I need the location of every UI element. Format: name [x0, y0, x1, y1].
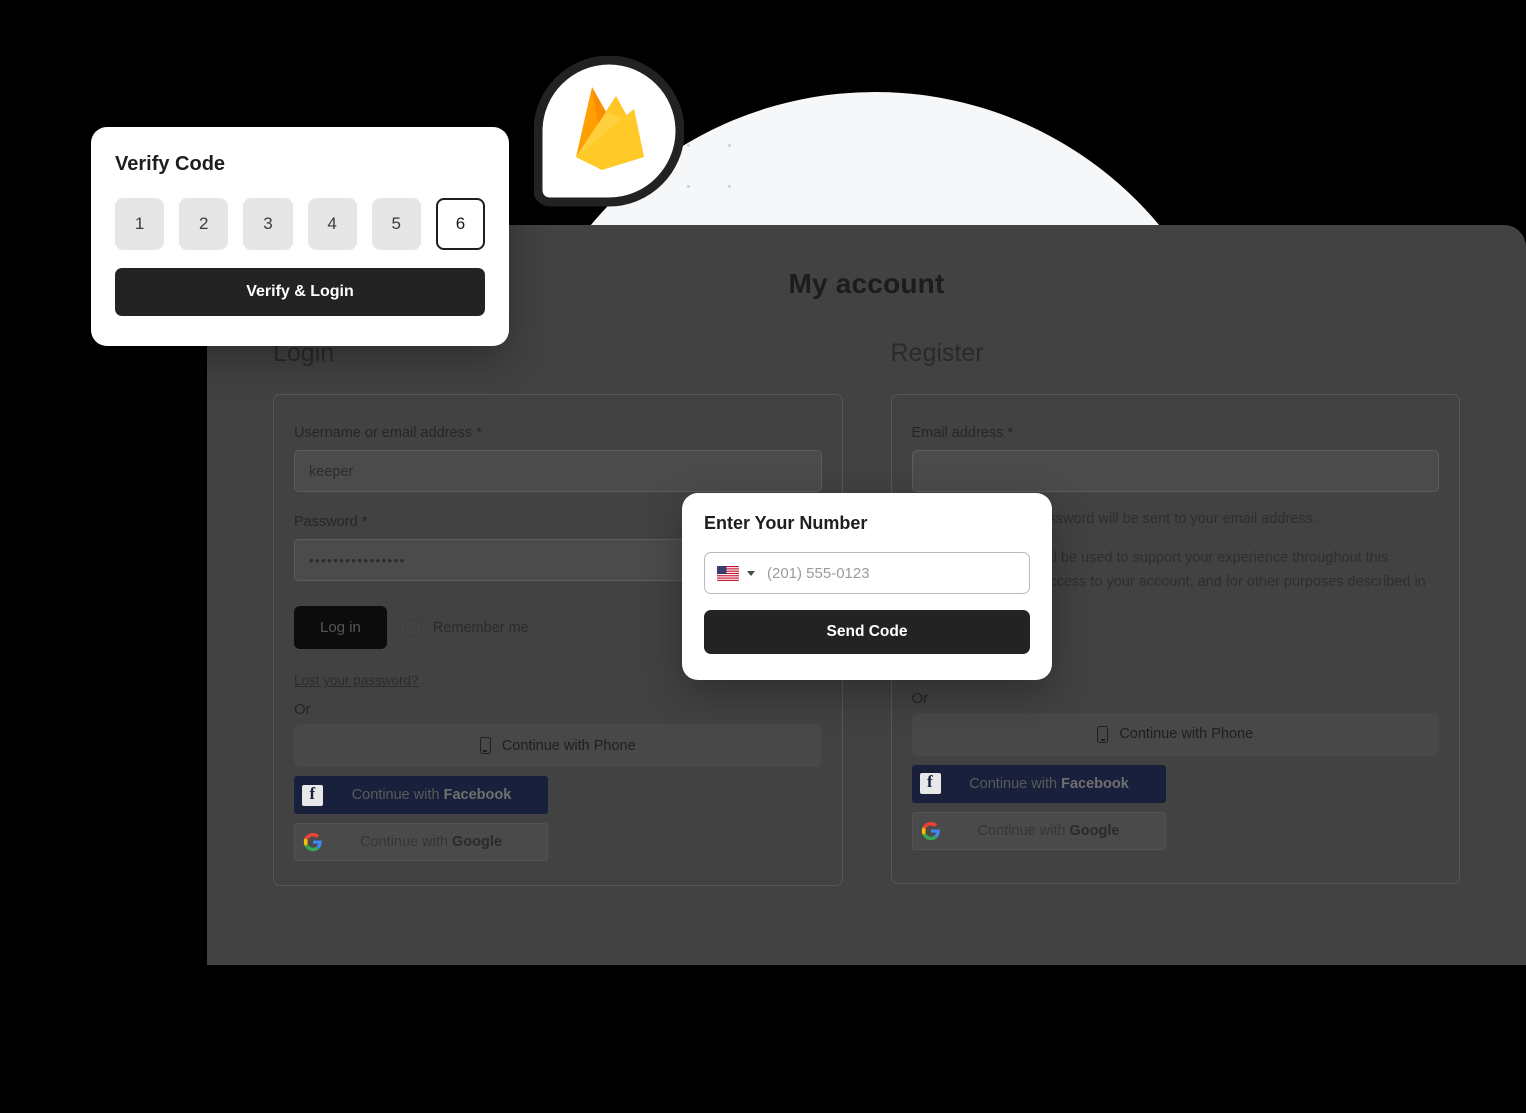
- verify-and-login-button[interactable]: Verify & Login: [115, 268, 485, 316]
- login-continue-with-phone-button[interactable]: Continue with Phone: [294, 724, 822, 767]
- code-digit-4[interactable]: 4: [307, 198, 357, 250]
- register-google-button-label: Continue with Google: [977, 822, 1120, 839]
- login-google-button-label: Continue with Google: [360, 834, 502, 850]
- verify-code-title: Verify Code: [115, 153, 226, 175]
- code-digit-2[interactable]: 2: [179, 198, 229, 250]
- screenshot-stage: My account Login Username or email addre…: [0, 0, 1526, 1113]
- log-in-button[interactable]: Log in: [294, 606, 387, 649]
- login-facebook-button-label: Continue with Facebook: [351, 787, 512, 803]
- login-or-label: Or: [294, 701, 311, 718]
- remember-me-row[interactable]: Remember me: [404, 619, 529, 636]
- email-label: Email address *: [911, 425, 1014, 441]
- code-digit-1[interactable]: 1: [115, 198, 165, 250]
- facebook-icon: [919, 772, 941, 795]
- google-icon: [303, 832, 322, 852]
- phone-input[interactable]: (201) 555-0123: [767, 565, 870, 582]
- send-code-button[interactable]: Send Code: [704, 610, 1030, 654]
- phone-number-field[interactable]: (201) 555-0123: [704, 552, 1030, 594]
- firebase-logo-badge: [533, 55, 685, 218]
- code-digit-5[interactable]: 5: [371, 198, 421, 250]
- verify-code-inputs: 1 2 3 4 5 6: [115, 198, 486, 250]
- google-icon: [921, 821, 940, 841]
- verify-code-card: Verify Code 1 2 3 4 5 6 Verify & Login: [91, 127, 509, 346]
- login-continue-with-facebook-button[interactable]: Continue with Facebook: [294, 776, 548, 814]
- enter-number-title: Enter Your Number: [704, 513, 868, 533]
- register-phone-button-label: Continue with Phone: [1119, 726, 1254, 743]
- register-facebook-button-label: Continue with Facebook: [969, 775, 1129, 792]
- register-heading: Register: [890, 339, 984, 367]
- mobile-phone-icon: [1097, 725, 1109, 743]
- lost-password-link[interactable]: Lost your password?: [294, 673, 419, 688]
- login-continue-with-google-button[interactable]: Continue with Google: [294, 823, 548, 861]
- email-input[interactable]: [911, 450, 1439, 492]
- register-or-label: Or: [911, 689, 929, 707]
- username-input[interactable]: keeper: [294, 450, 822, 492]
- mobile-phone-icon: [479, 737, 491, 754]
- remember-me-label: Remember me: [432, 619, 529, 636]
- us-flag-icon: [717, 565, 739, 581]
- facebook-icon: [302, 784, 323, 806]
- login-phone-button-label: Continue with Phone: [501, 737, 636, 754]
- username-label: Username or email address *: [294, 425, 482, 441]
- code-digit-3[interactable]: 3: [243, 198, 293, 250]
- register-continue-with-phone-button[interactable]: Continue with Phone: [911, 712, 1439, 756]
- register-continue-with-facebook-button[interactable]: Continue with Facebook: [911, 764, 1166, 803]
- chevron-down-icon[interactable]: [747, 570, 755, 576]
- firebase-logo-icon: [533, 55, 685, 207]
- code-digit-6[interactable]: 6: [435, 198, 486, 250]
- register-continue-with-google-button[interactable]: Continue with Google: [911, 811, 1166, 850]
- enter-your-number-card: Enter Your Number (201) 555-0123 Send Co…: [682, 493, 1052, 680]
- remember-me-checkbox[interactable]: [404, 619, 422, 636]
